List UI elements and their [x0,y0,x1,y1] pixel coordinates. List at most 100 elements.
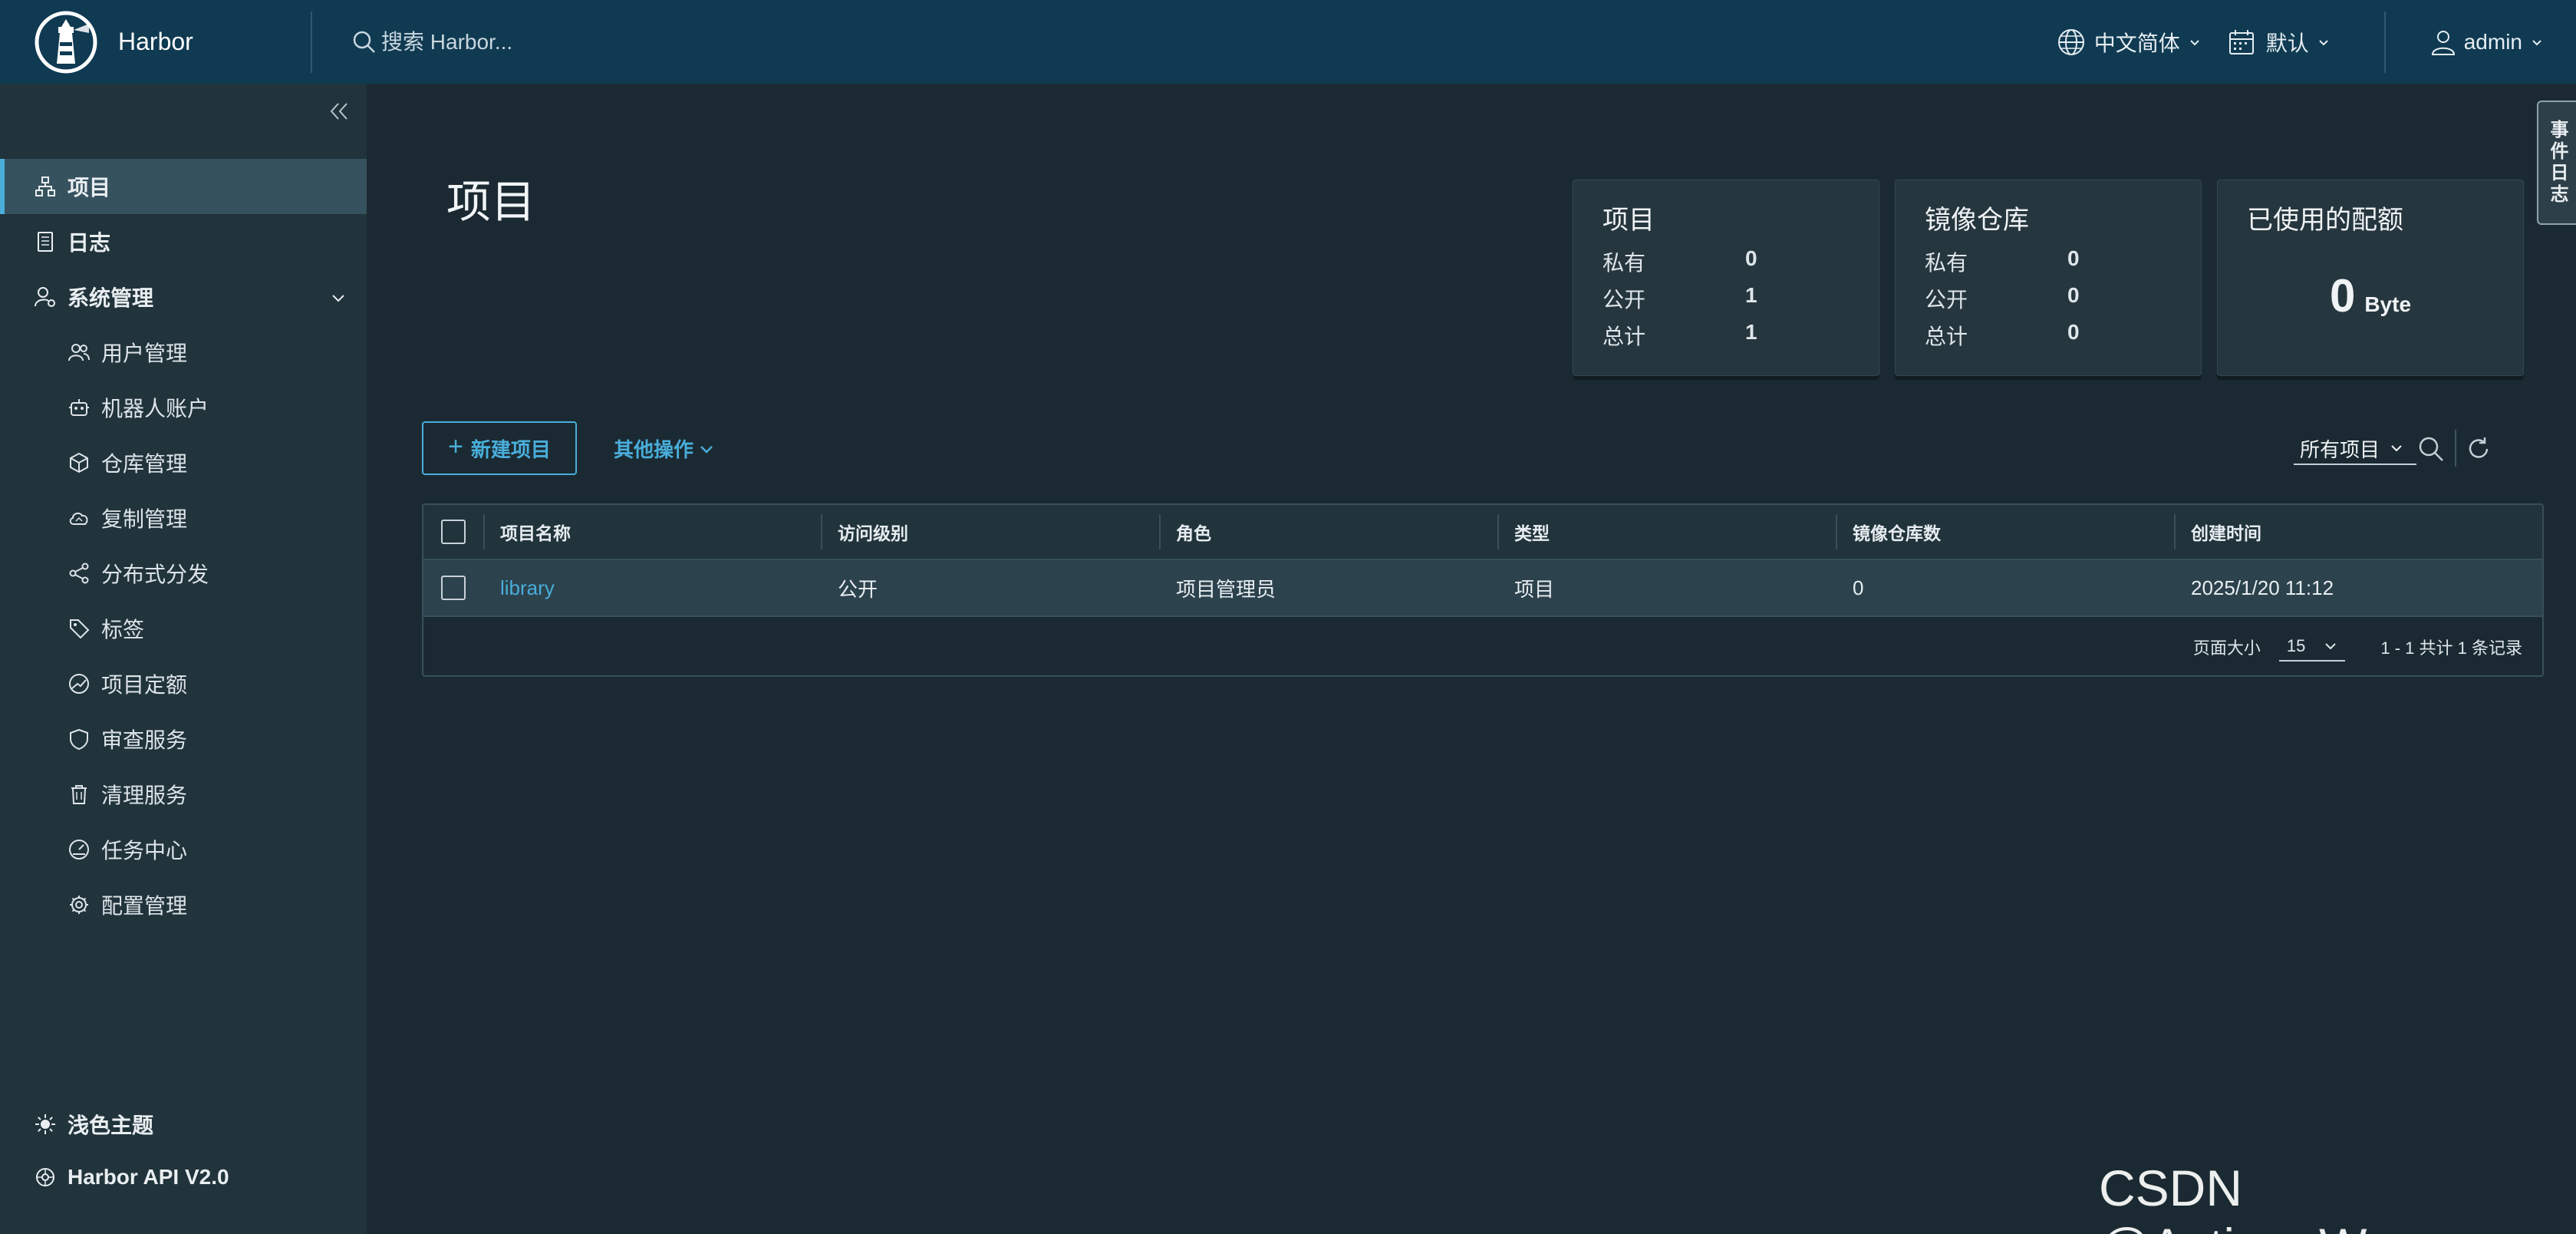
plus-icon: + [448,431,463,461]
globe-icon [2057,28,2084,55]
search-icon [353,31,375,53]
private-row: 私有 0 [1925,246,2080,277]
column-header-type[interactable]: 类型 [1497,505,1836,559]
other-operations-label: 其他操作 [614,438,694,461]
select-all-cell [423,505,483,559]
sidebar-item-label: 仓库管理 [101,452,188,476]
event-log-tab[interactable]: 事件日志 [2537,101,2576,225]
new-project-button[interactable]: + 新建项目 [422,421,577,475]
column-header-name[interactable]: 项目名称 [483,505,821,559]
quota-summary-card: 已使用的配额 0 Byte [2217,180,2524,376]
sidebar-item-configuration[interactable]: 配置管理 [0,877,367,932]
cloud-replication-icon [69,512,88,525]
header-divider [2383,11,2386,73]
table-row[interactable]: library 公开 项目管理员 项目 0 2025/1/20 11:12 [423,560,2542,617]
sidebar-item-label: 系统管理 [68,286,154,310]
harbor-logo-icon [35,11,97,73]
refresh-icon[interactable] [2464,434,2493,464]
registry-icon [70,452,88,473]
api-icon [36,1168,54,1186]
light-theme-label: 浅色主题 [68,1114,154,1137]
light-theme-toggle[interactable]: 浅色主题 [34,1109,153,1140]
column-header-repo-count[interactable]: 镜像仓库数 [1836,505,2174,559]
quota-value: 0 Byte [2218,269,2523,322]
sidebar-item-distribution[interactable]: 分布式分发 [0,546,367,601]
sidebar-item-labels[interactable]: 标签 [0,601,367,656]
toolbar-divider [2455,430,2456,467]
table-footer: 页面大小 15 1 - 1 共计 1 条记录 [423,619,2542,675]
chevron-down-icon [700,445,713,454]
sidebar-item-label: 配置管理 [101,894,188,918]
chevron-down-icon [2532,39,2541,45]
access-level-cell: 公开 [838,577,878,601]
search-icon[interactable] [2416,434,2446,464]
brand[interactable]: Harbor [0,0,311,84]
sidebar-item-clean-up[interactable]: 清理服务 [0,767,367,822]
repositories-summary-card: 镜像仓库 私有 0 公开 0 总计 0 [1895,180,2202,376]
sidebar-item-label: 清理服务 [101,784,188,807]
project-name-link[interactable]: library [500,576,555,600]
page-title: 项目 [446,177,536,227]
user-name: admin [2463,29,2522,54]
total-row: 总计 0 [1925,320,2080,351]
global-search[interactable] [351,0,2056,84]
sidebar-item-label: 日志 [68,231,111,255]
project-filter-select[interactable]: 所有项目 [2294,433,2416,465]
chevron-down-icon [2190,39,2199,45]
card-title: 项目 [1603,206,1655,235]
header-right: 中文简体 默认 admin [2056,0,2576,84]
sidebar-item-projects[interactable]: 项目 [0,159,367,214]
collapse-sidebar-icon[interactable] [325,97,353,125]
sidebar-item-job-service[interactable]: 任务中心 [0,822,367,877]
users-icon [68,344,90,361]
sidebar-item-replications[interactable]: 复制管理 [0,490,367,546]
gear-icon [70,896,88,914]
share-icon [69,563,89,584]
sidebar-item-project-quotas[interactable]: 项目定额 [0,656,367,711]
admin-icon [35,287,55,307]
user-menu[interactable]: admin [2429,28,2544,57]
private-value: 0 [1745,246,1757,270]
sidebar-item-logs[interactable]: 日志 [0,214,367,269]
sidebar-item-label: 项目定额 [101,673,188,697]
robot-icon [69,399,89,416]
harbor-api-link[interactable]: Harbor API V2.0 [34,1165,229,1189]
row-checkbox[interactable] [441,576,466,600]
page-size-select[interactable]: 15 [2278,632,2346,662]
public-row: 公开 0 [1925,283,2080,314]
page-size-label: 页面大小 [2192,638,2261,658]
private-row: 私有 0 [1603,246,1757,277]
private-value: 0 [2067,246,2080,270]
sidebar-item-robot-accounts[interactable]: 机器人账户 [0,380,367,435]
total-value: 0 [2067,320,2080,344]
api-label: Harbor API V2.0 [68,1165,229,1189]
sidebar-item-admin[interactable]: 系统管理 [0,269,367,325]
card-title: 镜像仓库 [1925,206,2029,235]
sidebar-item-label: 任务中心 [101,839,188,863]
theme-selector[interactable]: 默认 [2226,27,2331,58]
chevron-down-icon [2325,643,2337,650]
language-selector[interactable]: 中文简体 [2056,27,2202,58]
sidebar-item-interrogation[interactable]: 审查服务 [0,711,367,767]
project-filter-label: 所有项目 [2300,437,2380,461]
role-cell: 项目管理员 [1176,577,1276,601]
column-header-role[interactable]: 角色 [1159,505,1497,559]
shield-icon [70,728,88,751]
column-header-access[interactable]: 访问级别 [821,505,1159,559]
sidebar-item-users[interactable]: 用户管理 [0,325,367,380]
public-value: 0 [2067,283,2080,307]
other-operations-dropdown[interactable]: 其他操作 [614,434,715,463]
top-header: Harbor 中文简体 [0,0,2576,84]
select-all-checkbox[interactable] [441,520,466,544]
sidebar-item-label: 标签 [101,618,145,642]
card-title: 已使用的配额 [2247,206,2403,235]
search-input[interactable] [381,29,842,54]
sun-icon [35,1114,55,1134]
total-value: 1 [1745,320,1757,344]
quota-number: 0 [2329,270,2356,322]
logs-icon [38,232,53,252]
column-header-created[interactable]: 创建时间 [2174,505,2542,559]
page-size-value: 15 [2286,636,2306,655]
sidebar-item-registries[interactable]: 仓库管理 [0,435,367,490]
sidebar-item-label: 机器人账户 [101,397,209,421]
